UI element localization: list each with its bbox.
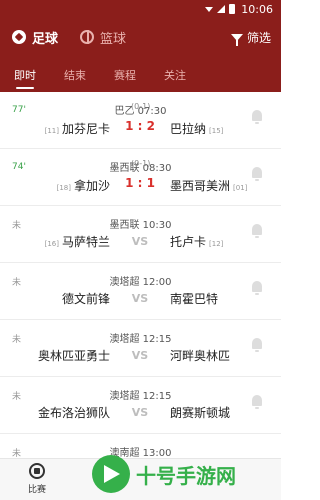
subtab-schedule[interactable]: 赛程 (114, 56, 136, 92)
football-icon (29, 463, 45, 479)
bell-icon[interactable] (252, 224, 262, 238)
wifi-icon (205, 6, 214, 12)
home-team: [16] 马萨特兰 (45, 233, 110, 250)
halftime-score: (0-1) (131, 102, 151, 111)
home-rank: [11] (44, 127, 59, 135)
match-row[interactable]: 未 澳塔超 12:00 德文前锋 VS 南霍巴特 (0, 263, 281, 320)
away-team: 托卢卡 [12] (170, 233, 223, 250)
bell-icon[interactable] (252, 110, 262, 124)
home-team: [11] 加芬尼卡 (45, 120, 110, 137)
match-score: 1 : 2 (125, 119, 155, 133)
match-row[interactable]: 未 澳塔超 12:15 金布洛治狮队 VS 朗赛斯顿城 (0, 377, 281, 434)
status-time: 10:06 (241, 2, 273, 16)
status-bar: 10:06 (0, 0, 281, 18)
match-vs: VS (131, 349, 149, 362)
bell-icon[interactable] (252, 167, 262, 181)
tab-football[interactable]: 足球 (12, 28, 58, 47)
home-team-name: 马萨特兰 (61, 235, 110, 249)
match-subtabs: 即时 结束 赛程 关注 (0, 56, 281, 92)
match-row[interactable]: 74' 墨西联 08:30 (0-1) [18] 拿加沙 1 : 1 墨西哥美洲[… (0, 149, 281, 206)
match-score: 1 : 1 (125, 176, 155, 190)
tab-basketball[interactable]: 篮球 (80, 28, 126, 47)
match-league-time: 澳塔超 12:15 (109, 391, 172, 402)
nav-matches[interactable]: 比赛 (22, 463, 52, 495)
watermark: 十号手游网 (92, 448, 278, 500)
away-team-name: 巴拉纳 (170, 122, 207, 136)
subtab-finished[interactable]: 结束 (64, 56, 86, 92)
match-vs: VS (131, 235, 149, 248)
bell-icon[interactable] (252, 338, 262, 352)
match-league-time: 澳塔超 12:15 (109, 334, 172, 345)
home-team-name: 加芬尼卡 (61, 122, 110, 136)
bell-icon[interactable] (252, 395, 262, 409)
match-league-time: 澳塔超 12:00 (109, 277, 172, 288)
filter-button[interactable]: 筛选 (230, 18, 271, 56)
home-team-name: 金布洛治狮队 (37, 406, 110, 420)
away-team-name: 南霍巴特 (170, 292, 219, 306)
home-rank: [16] (44, 240, 59, 248)
home-team-name: 奥林匹亚勇士 (37, 349, 110, 363)
battery-icon (229, 4, 236, 14)
tab-football-label: 足球 (32, 31, 59, 47)
home-team-name: 拿加沙 (73, 179, 110, 193)
away-team-name: 朗赛斯顿城 (170, 406, 231, 420)
bell-icon[interactable] (252, 281, 262, 295)
match-league-time: 墨西联 10:30 (109, 220, 172, 231)
match-vs: VS (131, 292, 149, 305)
away-team: 墨西哥美洲 [01] (170, 177, 247, 194)
nav-matches-label: 比赛 (27, 485, 46, 495)
away-rank: [12] (209, 240, 224, 248)
halftime-score: (0-1) (131, 159, 151, 168)
home-rank: [18] (56, 184, 71, 192)
away-team-name: 托卢卡 (170, 235, 207, 249)
match-list[interactable]: 77' 巴乙 07:30 (0-1) [11] 加芬尼卡 1 : 2 巴拉纳 [15… (0, 92, 281, 458)
tab-basketball-label: 篮球 (100, 31, 127, 47)
filter-icon (230, 33, 243, 46)
signal-icon (217, 5, 226, 13)
away-rank: [01] (233, 184, 248, 192)
subtab-live[interactable]: 即时 (14, 56, 36, 92)
app-header: 足球 篮球 筛选 (0, 18, 281, 56)
filter-label: 筛选 (246, 30, 271, 45)
away-rank: [15] (209, 127, 224, 135)
watermark-text: 十号手游网 (136, 463, 236, 488)
basketball-icon (80, 30, 95, 44)
away-team-name: 河畔奥林匹 (170, 349, 231, 363)
home-team: [18] 拿加沙 (57, 177, 110, 194)
football-icon (12, 30, 26, 44)
subtab-followed[interactable]: 关注 (164, 56, 186, 92)
match-row[interactable]: 77' 巴乙 07:30 (0-1) [11] 加芬尼卡 1 : 2 巴拉纳 [15… (0, 92, 281, 149)
match-row[interactable]: 未 墨西联 10:30 [16] 马萨特兰 VS 托卢卡 [12] (0, 206, 281, 263)
match-row[interactable]: 未 澳塔超 12:15 奥林匹亚勇士 VS 河畔奥林匹 (0, 320, 281, 377)
play-logo-icon (92, 455, 130, 493)
home-team-name: 德文前锋 (61, 292, 110, 306)
away-team-name: 墨西哥美洲 (170, 179, 231, 193)
away-team: 巴拉纳 [15] (170, 120, 223, 137)
match-vs: VS (131, 406, 149, 419)
